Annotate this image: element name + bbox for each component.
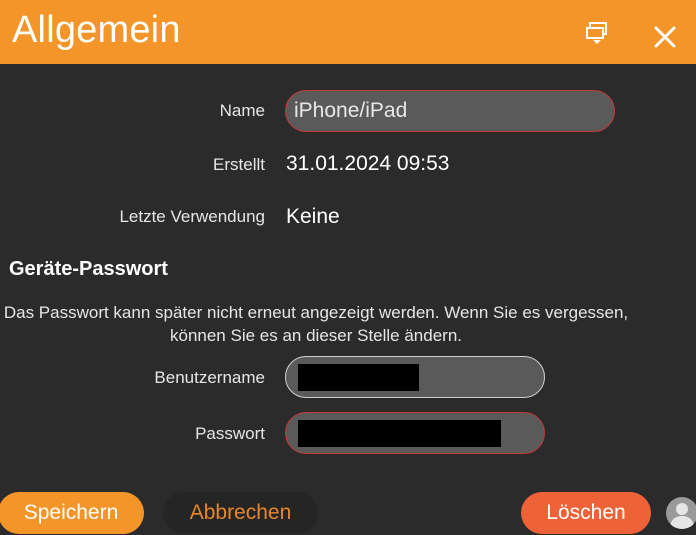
name-label: Name — [219, 101, 265, 120]
close-icon[interactable] — [652, 24, 678, 50]
redacted-username — [298, 364, 419, 391]
last-used-value: Keine — [286, 205, 340, 228]
created-value: 31.01.2024 09:53 — [286, 152, 450, 175]
username-label: Benutzername — [154, 368, 265, 387]
person-icon — [670, 503, 694, 529]
password-label: Passwort — [195, 424, 265, 443]
dialog-titlebar: Allgemein — [0, 0, 696, 64]
redacted-password — [298, 420, 501, 447]
password-info-text: Das Passwort kann später nicht erneut an… — [3, 303, 629, 345]
delete-button[interactable]: Löschen — [521, 492, 651, 534]
device-password-heading: Geräte-Passwort — [9, 258, 168, 280]
username-field[interactable] — [285, 356, 545, 398]
dialog-title: Allgemein — [12, 9, 181, 51]
popout-window-icon[interactable] — [584, 20, 610, 46]
password-field[interactable] — [285, 412, 545, 454]
save-button[interactable]: Speichern — [0, 492, 144, 534]
user-avatar-icon[interactable] — [666, 497, 696, 529]
created-label: Erstellt — [213, 155, 265, 174]
last-used-label: Letzte Verwendung — [119, 207, 265, 226]
cancel-button[interactable]: Abbrechen — [163, 492, 318, 534]
name-input[interactable] — [285, 90, 615, 132]
